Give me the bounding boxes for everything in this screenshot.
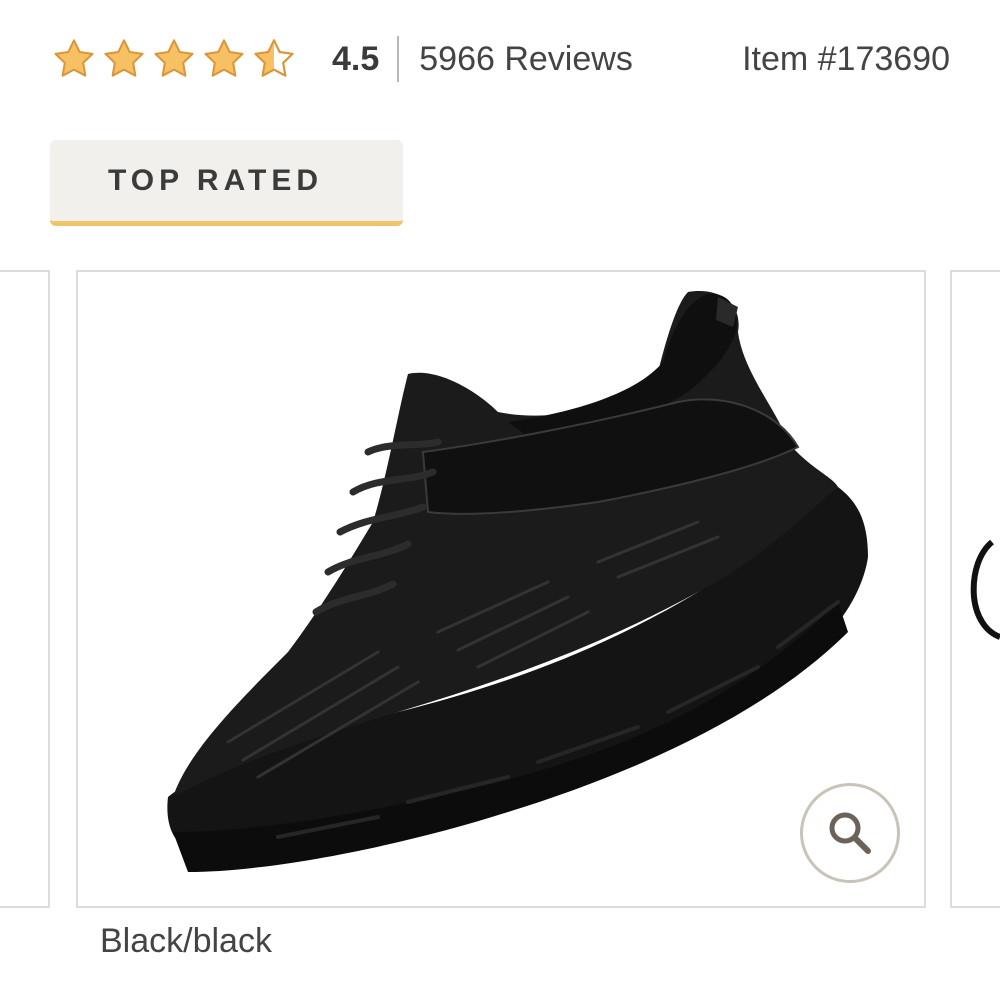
top-rated-badge: TOP RATED bbox=[50, 140, 403, 226]
star-full-icon bbox=[104, 39, 144, 77]
star-full-icon bbox=[54, 39, 94, 77]
product-detail-page: 4.5 5966 Reviews Item #173690 TOP RATED bbox=[0, 0, 1000, 1000]
item-number: Item #173690 bbox=[742, 40, 950, 78]
star-half-icon bbox=[254, 39, 294, 77]
selected-color-label: Black/black bbox=[100, 922, 272, 960]
badge-label: TOP RATED bbox=[107, 163, 324, 197]
previous-image-frame[interactable] bbox=[0, 270, 50, 908]
magnifier-icon bbox=[829, 812, 871, 854]
star-full-icon bbox=[204, 39, 244, 77]
rating-value: 4.5 bbox=[332, 39, 380, 78]
shoe-image bbox=[167, 291, 868, 872]
next-image-frame[interactable] bbox=[950, 270, 1000, 908]
next-shoe-preview bbox=[970, 539, 1000, 640]
main-product-image[interactable] bbox=[76, 270, 926, 908]
zoom-button[interactable] bbox=[800, 783, 900, 883]
rating-summary: 4.5 5966 Reviews bbox=[52, 28, 633, 90]
reviews-link[interactable]: 5966 Reviews bbox=[419, 40, 633, 79]
star-full-icon bbox=[154, 39, 194, 77]
rating-divider bbox=[397, 36, 400, 82]
star-rating bbox=[52, 37, 296, 81]
